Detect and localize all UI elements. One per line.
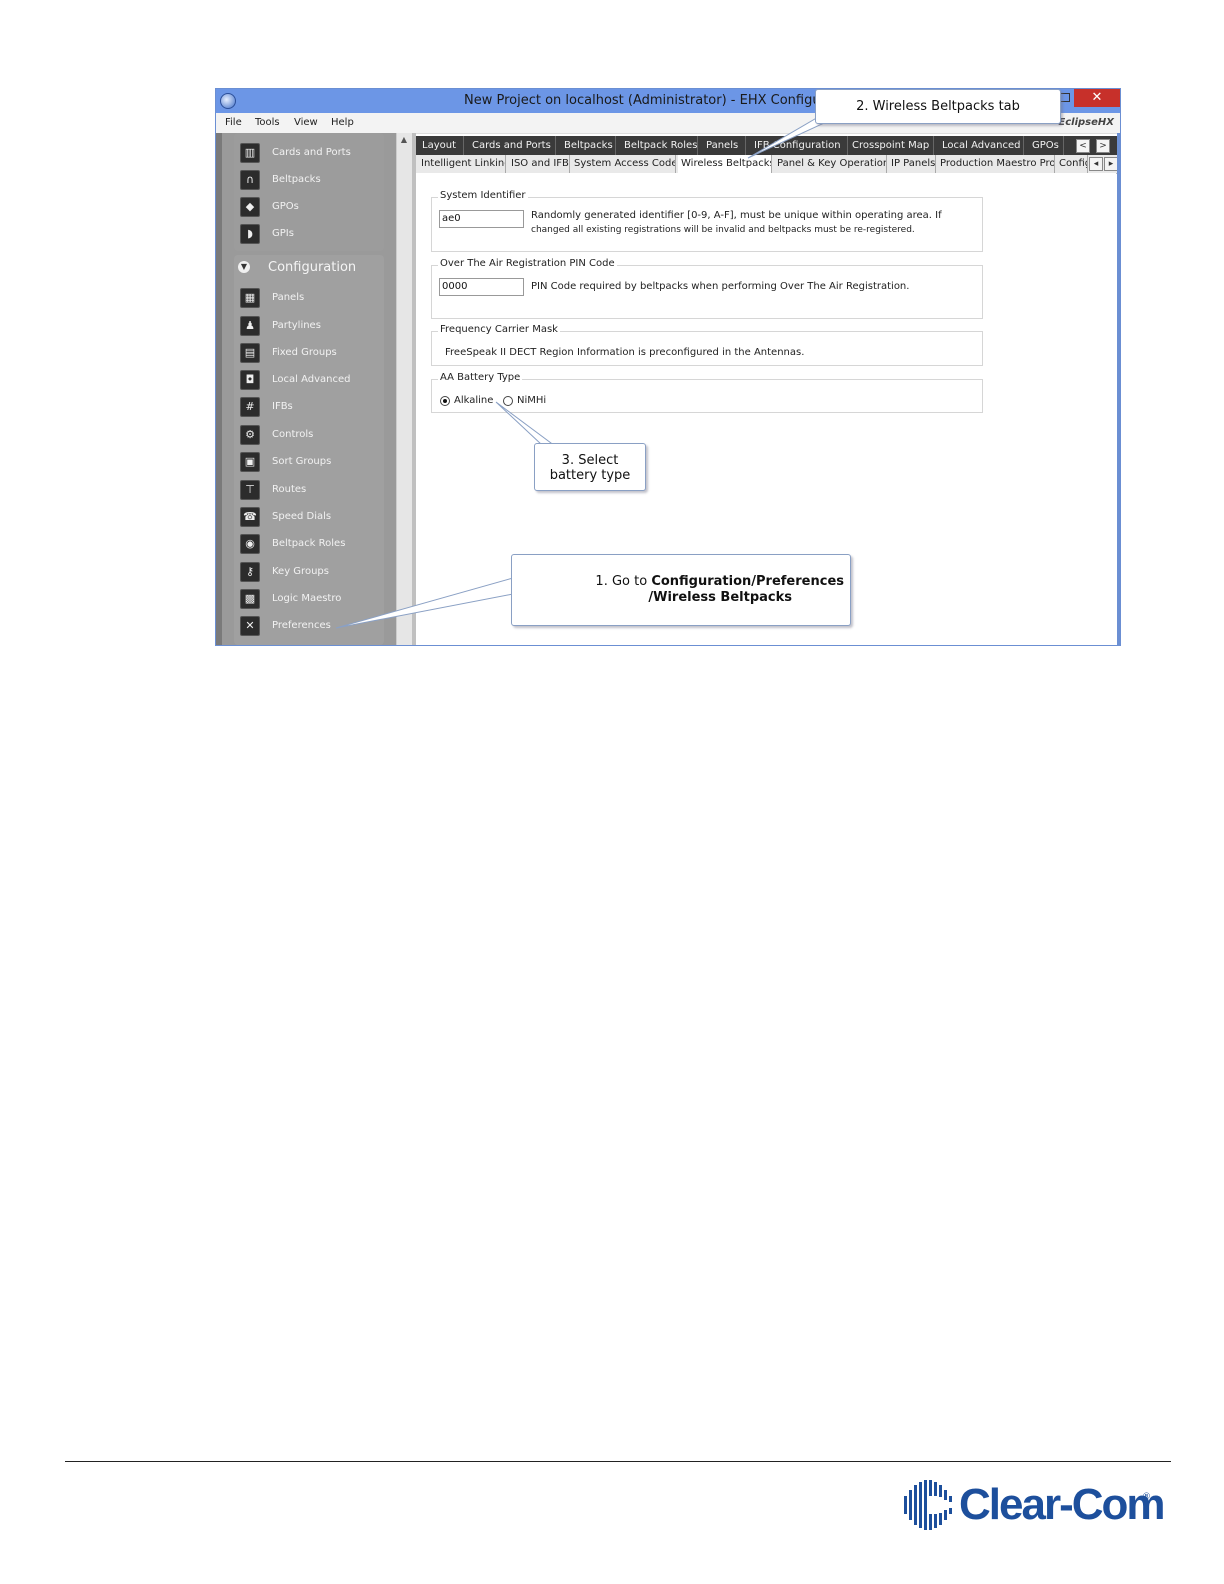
callout-3-line-2: battery type [549, 468, 631, 483]
callout-1-pointer [335, 577, 514, 629]
callout-3-pointer [495, 401, 557, 447]
callout-wireless-beltpacks-tab: 2. Wireless Beltpacks tab [815, 89, 1061, 124]
clear-com-logo: Clear-Com ® [902, 1478, 1165, 1532]
callout-1-prefix: 1. Go to [595, 574, 652, 589]
callout-select-battery-type: 3. Select battery type [534, 443, 646, 491]
logo-wordmark: Clear-Com [959, 1480, 1165, 1529]
clear-com-emblem-icon [904, 1480, 952, 1530]
callout-1-bold-1: Configuration/Preferences [651, 574, 844, 589]
callout-2-text: 2. Wireless Beltpacks tab [856, 99, 1020, 114]
callout-go-to-preferences: 1. Go to Configuration/Preferences /Wire… [511, 554, 851, 626]
callout-1-bold-2: /Wireless Beltpacks [648, 590, 792, 605]
footer-divider [65, 1461, 1171, 1462]
callout-3-line-1: 3. Select [561, 453, 619, 468]
registered-mark: ® [1142, 1492, 1151, 1502]
